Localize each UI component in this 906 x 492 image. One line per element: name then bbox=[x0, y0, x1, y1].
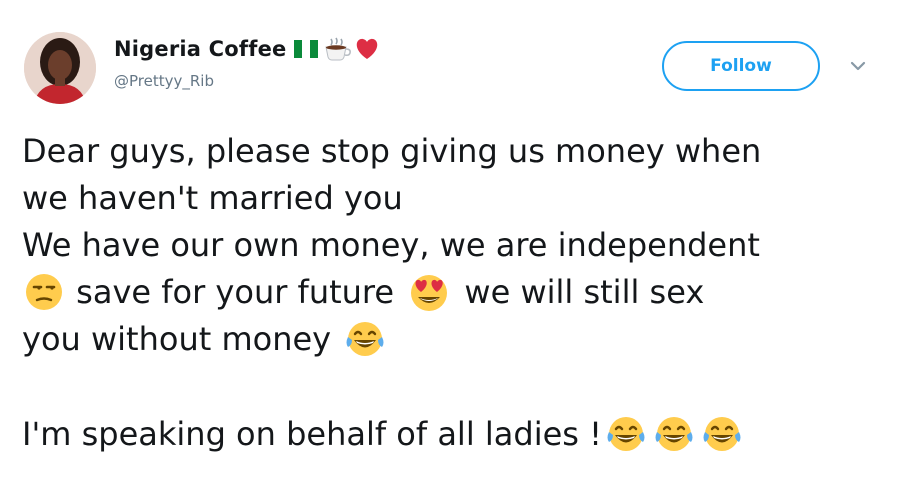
tweet-line-3: We have our own money, we are independen… bbox=[22, 226, 760, 264]
tweet-line-1: Dear guys, please stop giving us money w… bbox=[22, 132, 762, 170]
tears-of-joy-icon bbox=[700, 414, 744, 467]
chevron-down-icon[interactable] bbox=[848, 58, 868, 74]
display-name[interactable]: Nigeria Coffee bbox=[114, 37, 286, 61]
tears-of-joy-icon bbox=[652, 414, 696, 467]
nigeria-flag-icon bbox=[294, 40, 319, 58]
tweet-line-5-text: you without money bbox=[22, 320, 332, 358]
tears-of-joy-icon bbox=[604, 414, 648, 467]
coffee-icon bbox=[322, 36, 352, 62]
tweet-line-4: save for your future we will still sex bbox=[22, 269, 892, 316]
user-handle[interactable]: @Prettyy_Rib bbox=[114, 72, 214, 90]
tweet-line-2: we haven't married you bbox=[22, 179, 403, 217]
tears-of-joy-icon bbox=[343, 319, 387, 372]
tweet-line-5: you without money bbox=[22, 316, 892, 363]
avatar-image bbox=[24, 32, 96, 104]
user-name-row: Nigeria Coffee bbox=[114, 36, 380, 62]
follow-button[interactable]: Follow bbox=[662, 41, 820, 91]
avatar[interactable] bbox=[24, 32, 96, 104]
red-heart-icon bbox=[354, 37, 380, 61]
tweet-text: Dear guys, please stop giving us money w… bbox=[22, 128, 892, 458]
tweet-line-6: I'm speaking on behalf of all ladies ! bbox=[22, 411, 892, 458]
tweet-line-4-part-2: we will still sex bbox=[464, 273, 705, 311]
tweet-line-6-text: I'm speaking on behalf of all ladies ! bbox=[22, 415, 602, 453]
tweet-line-4-part-1: save for your future bbox=[76, 273, 395, 311]
heart-eyes-icon bbox=[406, 272, 452, 325]
